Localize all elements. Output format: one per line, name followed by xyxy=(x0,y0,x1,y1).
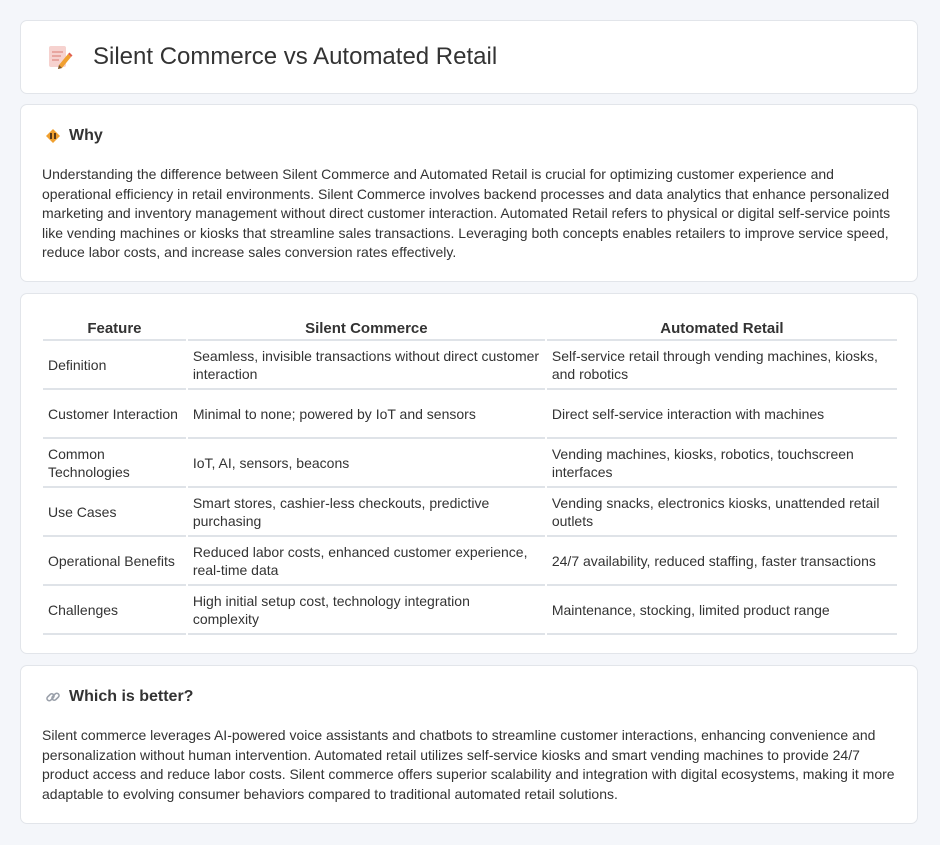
better-body: Silent commerce leverages AI-powered voi… xyxy=(42,727,895,802)
table-row: Use Cases Smart stores, cashier-less che… xyxy=(43,488,897,537)
automated-retail-cell: Direct self-service interaction with mac… xyxy=(546,390,897,439)
header-card: Silent Commerce vs Automated Retail xyxy=(20,20,918,94)
why-heading: Why xyxy=(45,127,103,145)
table-header-row: Feature Silent Commerce Automated Retail xyxy=(43,316,897,341)
diamond-warning-icon xyxy=(46,129,60,143)
column-header: Silent Commerce xyxy=(187,316,545,341)
silent-commerce-cell: Smart stores, cashier-less checkouts, pr… xyxy=(187,488,545,537)
table-row: Operational Benefits Reduced labor costs… xyxy=(43,537,897,586)
automated-retail-cell: Vending snacks, electronics kiosks, unat… xyxy=(546,488,897,537)
why-section: Why Understanding the difference between… xyxy=(20,104,918,282)
column-header: Feature xyxy=(43,316,186,341)
better-title: Which is better? xyxy=(69,688,194,705)
silent-commerce-cell: High initial setup cost, technology inte… xyxy=(187,586,545,635)
why-body: Understanding the difference between Sil… xyxy=(42,166,891,261)
comparison-section: Feature Silent Commerce Automated Retail… xyxy=(20,293,918,654)
automated-retail-cell: 24/7 availability, reduced staffing, fas… xyxy=(546,537,897,586)
page-title: Silent Commerce vs Automated Retail xyxy=(93,43,498,70)
why-title: Why xyxy=(69,127,103,144)
feature-cell: Operational Benefits xyxy=(43,537,186,586)
silent-commerce-cell: IoT, AI, sensors, beacons xyxy=(187,439,545,488)
feature-cell: Customer Interaction xyxy=(43,390,186,439)
which-is-better-section: Which is better? Silent commerce leverag… xyxy=(20,665,918,824)
table-row: Common Technologies IoT, AI, sensors, be… xyxy=(43,439,897,488)
feature-cell: Common Technologies xyxy=(43,439,186,488)
table-row: Definition Seamless, invisible transacti… xyxy=(43,341,897,390)
silent-commerce-cell: Seamless, invisible transactions without… xyxy=(187,341,545,390)
table-row: Challenges High initial setup cost, tech… xyxy=(43,586,897,635)
feature-cell: Definition xyxy=(43,341,186,390)
table-row: Customer Interaction Minimal to none; po… xyxy=(43,390,897,439)
automated-retail-cell: Maintenance, stocking, limited product r… xyxy=(546,586,897,635)
better-heading: Which is better? xyxy=(45,688,193,706)
link-icon xyxy=(46,692,60,702)
automated-retail-cell: Self-service retail through vending mach… xyxy=(546,341,897,390)
column-header: Automated Retail xyxy=(546,316,897,341)
title-row: Silent Commerce vs Automated Retail xyxy=(47,43,497,71)
document-pencil-icon xyxy=(49,46,73,69)
feature-cell: Challenges xyxy=(43,586,186,635)
silent-commerce-cell: Reduced labor costs, enhanced customer e… xyxy=(187,537,545,586)
feature-cell: Use Cases xyxy=(43,488,186,537)
comparison-table: Feature Silent Commerce Automated Retail… xyxy=(41,316,899,635)
automated-retail-cell: Vending machines, kiosks, robotics, touc… xyxy=(546,439,897,488)
silent-commerce-cell: Minimal to none; powered by IoT and sens… xyxy=(187,390,545,439)
